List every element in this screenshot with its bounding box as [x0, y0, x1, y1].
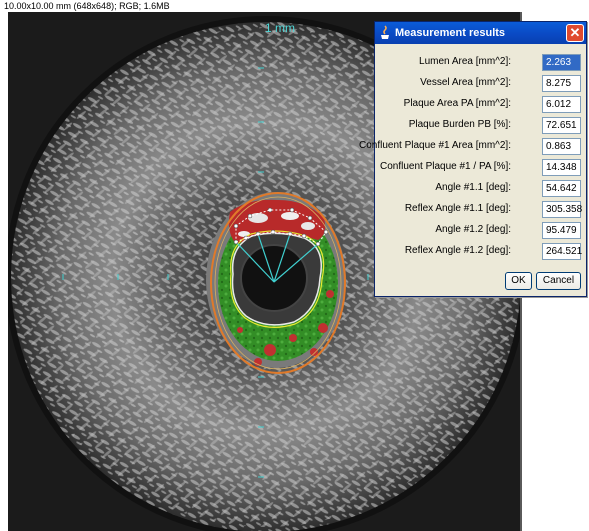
- dialog-titlebar[interactable]: Measurement results ✕: [375, 22, 586, 44]
- result-label: Angle #1.2 [deg]:: [435, 224, 511, 235]
- java-cup-icon: [381, 25, 389, 39]
- scale-label: 1 mm: [265, 21, 295, 35]
- image-info-bar: 10.00x10.00 mm (648x648); RGB; 1.6MB: [0, 0, 520, 12]
- ok-button[interactable]: OK: [505, 272, 532, 290]
- result-value-field[interactable]: 0.863: [542, 138, 581, 155]
- result-value-field[interactable]: 8.275: [542, 75, 581, 92]
- result-label: Reflex Angle #1.2 [deg]:: [404, 245, 511, 256]
- result-label: Vessel Area [mm^2]:: [420, 77, 511, 88]
- result-row-confluent-plaque-pa: Confluent Plaque #1 / PA [%]: 14.348: [375, 158, 586, 179]
- result-row-confluent-plaque-area: Confluent Plaque #1 Area [mm^2]: 0.863: [359, 137, 586, 158]
- result-row-plaque-burden: Plaque Burden PB [%]: 72.651: [375, 116, 586, 137]
- result-row-reflex-angle-1-1: Reflex Angle #1.1 [deg]: 305.358: [375, 200, 586, 221]
- result-row-angle-1-2: Angle #1.2 [deg]: 95.479: [375, 221, 586, 242]
- result-label: Lumen Area [mm^2]:: [419, 56, 511, 67]
- result-value-field[interactable]: 264.521: [542, 243, 582, 260]
- result-row-angle-1-1: Angle #1.1 [deg]: 54.642: [375, 179, 586, 200]
- measurement-results-dialog[interactable]: Measurement results ✕ Lumen Area [mm^2]:…: [359, 21, 587, 297]
- result-label: Reflex Angle #1.1 [deg]:: [404, 203, 511, 214]
- cancel-button[interactable]: Cancel: [536, 272, 581, 290]
- result-row-plaque-area: Plaque Area PA [mm^2]: 6.012: [375, 95, 586, 116]
- result-value-field[interactable]: 6.012: [542, 96, 581, 113]
- result-row-vessel-area: Vessel Area [mm^2]: 8.275: [375, 74, 586, 95]
- result-value-field[interactable]: 14.348: [542, 159, 581, 176]
- results-list: Lumen Area [mm^2]: 2.263 Vessel Area [mm…: [359, 53, 586, 263]
- result-row-lumen-area: Lumen Area [mm^2]: 2.263: [375, 53, 586, 74]
- result-label: Confluent Plaque #1 Area [mm^2]:: [358, 140, 511, 151]
- result-label: Plaque Burden PB [%]:: [408, 119, 511, 130]
- dialog-title: Measurement results: [395, 27, 506, 39]
- result-label: Angle #1.1 [deg]:: [435, 182, 511, 193]
- result-value-field[interactable]: 95.479: [542, 222, 581, 239]
- result-row-reflex-angle-1-2: Reflex Angle #1.2 [deg]: 264.521: [375, 242, 586, 263]
- close-button[interactable]: ✕: [566, 24, 584, 42]
- result-value-field[interactable]: 72.651: [542, 117, 581, 134]
- result-value-field[interactable]: 2.263: [542, 54, 581, 71]
- result-value-field[interactable]: 305.358: [542, 201, 582, 218]
- result-label: Plaque Area PA [mm^2]:: [403, 98, 511, 109]
- result-value-field[interactable]: 54.642: [542, 180, 581, 197]
- result-label: Confluent Plaque #1 / PA [%]:: [379, 161, 511, 172]
